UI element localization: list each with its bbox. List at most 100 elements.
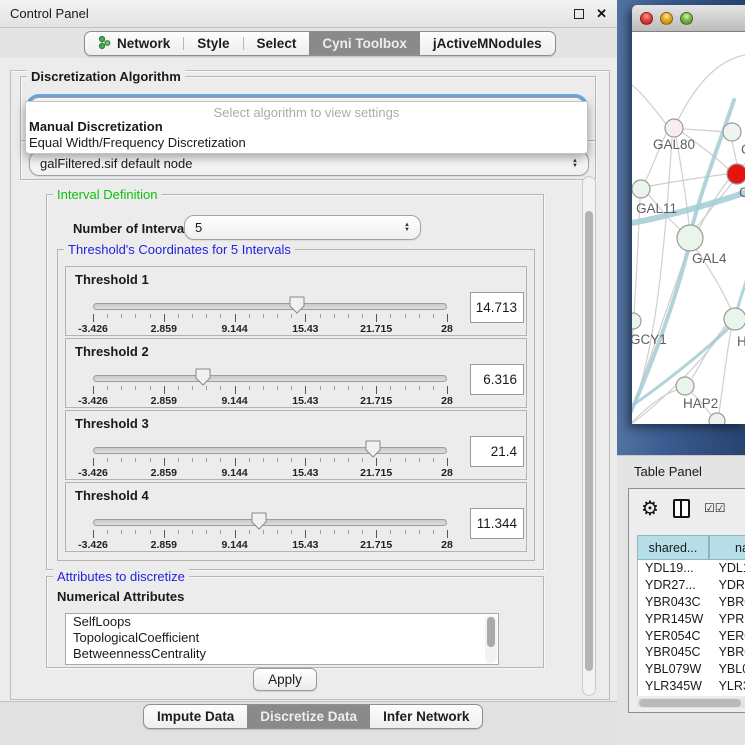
table-row[interactable]: YIL052CYIL052C	[638, 694, 745, 696]
threshold-slider-track[interactable]	[93, 447, 447, 454]
network-node-hap2[interactable]	[676, 377, 694, 395]
tab-discretize-data[interactable]: Discretize Data	[247, 705, 370, 728]
network-node-c[interactable]	[727, 164, 745, 184]
list-item[interactable]: BetweennessCentrality	[66, 646, 498, 662]
cell-shared-name[interactable]: YER054C	[638, 629, 710, 643]
cell-name[interactable]: YBL079W	[710, 662, 745, 676]
cell-shared-name[interactable]: YBL079W	[638, 662, 710, 676]
network-edge[interactable]	[732, 141, 737, 164]
columns-icon[interactable]	[673, 499, 690, 518]
column-header-name[interactable]: name	[709, 535, 745, 560]
network-node[interactable]	[709, 413, 725, 424]
tab-style[interactable]: Style	[184, 32, 242, 55]
threshold-slider-handle[interactable]	[195, 368, 211, 386]
threshold-value-field[interactable]: 6.316	[470, 364, 524, 395]
tick-label: -3.426	[78, 467, 108, 479]
threshold-slider-handle[interactable]	[251, 512, 267, 530]
table-row[interactable]: YLR345WYLR345W	[638, 678, 745, 695]
popup-option-manual[interactable]: Manual Discretization	[26, 119, 587, 135]
network-window-titlebar[interactable]	[632, 5, 745, 32]
network-canvas[interactable]: GAL80GCGAL11GAL4GCY1HHAP2	[632, 32, 745, 424]
threshold-label: Threshold 2	[75, 344, 149, 359]
network-view-window: GAL80GCGAL11GAL4GCY1HHAP2	[632, 5, 745, 424]
close-icon[interactable]: ✕	[596, 6, 607, 22]
column-header-shared-name[interactable]: shared...	[637, 535, 709, 560]
zoom-traffic-icon[interactable]	[680, 12, 693, 25]
network-edge[interactable]	[683, 129, 723, 132]
select-columns-icon[interactable]: ☑☑	[704, 501, 726, 515]
tick-mark	[305, 530, 306, 538]
tab-jactivemnodules[interactable]: jActiveMNodules	[420, 32, 555, 55]
network-edge-thick[interactable]	[737, 270, 745, 310]
network-node-h[interactable]	[724, 308, 745, 330]
network-node-gal80[interactable]	[665, 119, 683, 137]
num-intervals-combo[interactable]: 5 ▲▼	[184, 215, 421, 240]
network-node-gcy1[interactable]	[632, 313, 641, 329]
threshold-slider-track[interactable]	[93, 303, 447, 310]
slider-ticks	[93, 530, 447, 539]
table-data-combo[interactable]: galFiltered.sif default node ▲▼	[29, 151, 589, 176]
cell-shared-name[interactable]: YLR345W	[638, 679, 710, 693]
tab-impute-data[interactable]: Impute Data	[144, 705, 247, 728]
cell-name[interactable]: YLR345W	[710, 679, 745, 693]
tab-select[interactable]: Select	[244, 32, 310, 55]
network-node-gal11[interactable]	[632, 180, 650, 198]
cell-shared-name[interactable]: YDR27...	[638, 578, 710, 592]
num-intervals-value: 5	[195, 220, 404, 235]
table-row[interactable]: YPR145WYPR145W	[638, 610, 745, 627]
table-row[interactable]: YER054CYER054C	[638, 627, 745, 644]
network-edge-thick[interactable]	[692, 100, 734, 227]
threshold-slider-track[interactable]	[93, 519, 447, 526]
gear-icon[interactable]: ⚙	[641, 496, 659, 521]
threshold-value-field[interactable]: 14.713	[470, 292, 524, 323]
network-edge[interactable]	[678, 54, 745, 120]
threshold-slider-track[interactable]	[93, 375, 447, 382]
table-row[interactable]: YBR045CYBR045C	[638, 644, 745, 661]
cell-name[interactable]: YDL19	[710, 561, 745, 575]
cell-shared-name[interactable]: YBR043C	[638, 595, 710, 609]
network-edge[interactable]	[719, 330, 731, 413]
threshold-value-field[interactable]: 11.344	[470, 508, 524, 539]
apply-button[interactable]: Apply	[253, 668, 317, 691]
network-edge[interactable]	[692, 325, 726, 378]
tick-label: 28	[441, 395, 453, 407]
threshold-slider-handle[interactable]	[289, 296, 305, 314]
table-row[interactable]: YBL079WYBL079W	[638, 661, 745, 678]
network-edge[interactable]	[632, 199, 640, 420]
network-edge[interactable]	[632, 80, 666, 124]
table-row[interactable]: YBR043CYBR043C	[638, 594, 745, 611]
threshold-value-field[interactable]: 21.4	[470, 436, 524, 467]
tick-mark	[107, 386, 108, 390]
cell-shared-name[interactable]: YDL19...	[638, 561, 710, 575]
network-node-gal4[interactable]	[677, 225, 703, 251]
list-item[interactable]: TopologicalCoefficient	[66, 630, 498, 646]
tick-mark	[348, 530, 349, 534]
list-scrollbar[interactable]	[485, 615, 497, 663]
table-row[interactable]: YDR27...YDR27	[638, 577, 745, 594]
tick-mark	[291, 314, 292, 318]
cell-name[interactable]: YBR045C	[710, 645, 745, 659]
threshold-slider-handle[interactable]	[365, 440, 381, 458]
network-node-g[interactable]	[723, 123, 741, 141]
close-traffic-icon[interactable]	[640, 12, 653, 25]
list-item[interactable]: SelfLoops	[66, 614, 498, 630]
popup-option-equal-width[interactable]: Equal Width/Frequency Discretization	[26, 135, 587, 151]
cell-name[interactable]: YBR043C	[710, 595, 745, 609]
cell-name[interactable]: YDR27	[710, 578, 745, 592]
network-edge[interactable]	[650, 174, 727, 186]
minimize-traffic-icon[interactable]	[660, 12, 673, 25]
float-window-icon[interactable]	[574, 9, 584, 19]
tab-cyni-toolbox[interactable]: Cyni Toolbox	[309, 32, 420, 55]
tab-network[interactable]: Network	[85, 32, 183, 55]
tick-mark	[277, 314, 278, 318]
cell-shared-name[interactable]: YBR045C	[638, 645, 710, 659]
panel-scrollbar[interactable]	[582, 176, 596, 696]
cell-name[interactable]: YER054C	[710, 629, 745, 643]
cell-shared-name[interactable]: YPR145W	[638, 612, 710, 626]
tick-mark	[376, 530, 377, 538]
cell-name[interactable]: YPR145W	[710, 612, 745, 626]
attributes-group: Attributes to discretize Numerical Attri…	[46, 576, 544, 668]
table-horizontal-scrollbar[interactable]	[637, 698, 745, 708]
table-row[interactable]: YDL19...YDL19	[638, 560, 745, 577]
tab-infer-network[interactable]: Infer Network	[370, 705, 482, 728]
